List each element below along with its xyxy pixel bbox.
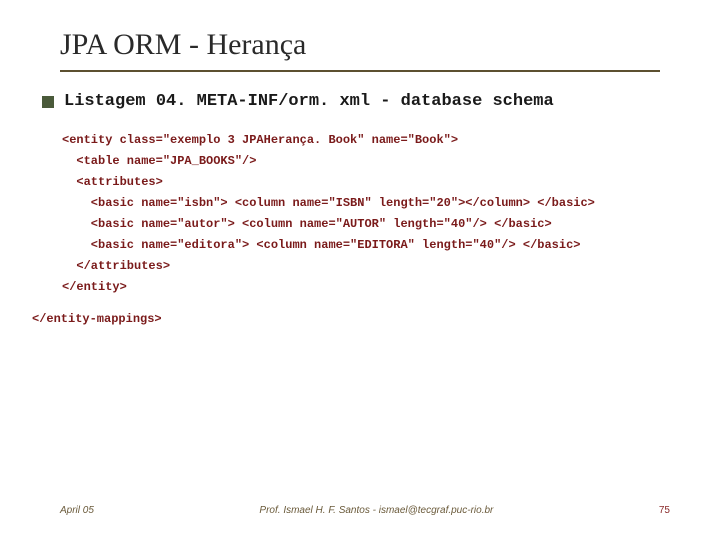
title-underline	[60, 70, 660, 72]
code-line: </attributes>	[62, 259, 170, 273]
code-line: <basic name="isbn"> <column name="ISBN" …	[62, 196, 595, 210]
code-line: <basic name="autor"> <column name="AUTOR…	[62, 217, 552, 231]
square-bullet-icon	[42, 96, 54, 108]
page-number: 75	[659, 505, 670, 516]
subtitle-row: Listagem 04. META-INF/orm. xml - databas…	[42, 92, 670, 112]
footer: April 05 Prof. Ismael H. F. Santos - ism…	[0, 505, 720, 516]
code-line: <basic name="editora"> <column name="EDI…	[62, 238, 580, 252]
slide-title: JPA ORM - Herança	[60, 28, 670, 62]
code-line: <attributes>	[62, 175, 163, 189]
code-line: <entity class="exemplo 3 JPAHerança. Boo…	[62, 133, 458, 147]
footer-author: Prof. Ismael H. F. Santos - ismael@tecgr…	[94, 505, 659, 516]
code-line: <table name="JPA_BOOKS"/>	[62, 154, 256, 168]
code-closing: </entity-mappings>	[32, 312, 670, 326]
subtitle-text: Listagem 04. META-INF/orm. xml - databas…	[64, 92, 554, 112]
code-block: <entity class="exemplo 3 JPAHerança. Boo…	[62, 130, 670, 298]
footer-date: April 05	[60, 505, 94, 516]
code-line: </entity>	[62, 280, 127, 294]
slide: JPA ORM - Herança Listagem 04. META-INF/…	[0, 0, 720, 540]
